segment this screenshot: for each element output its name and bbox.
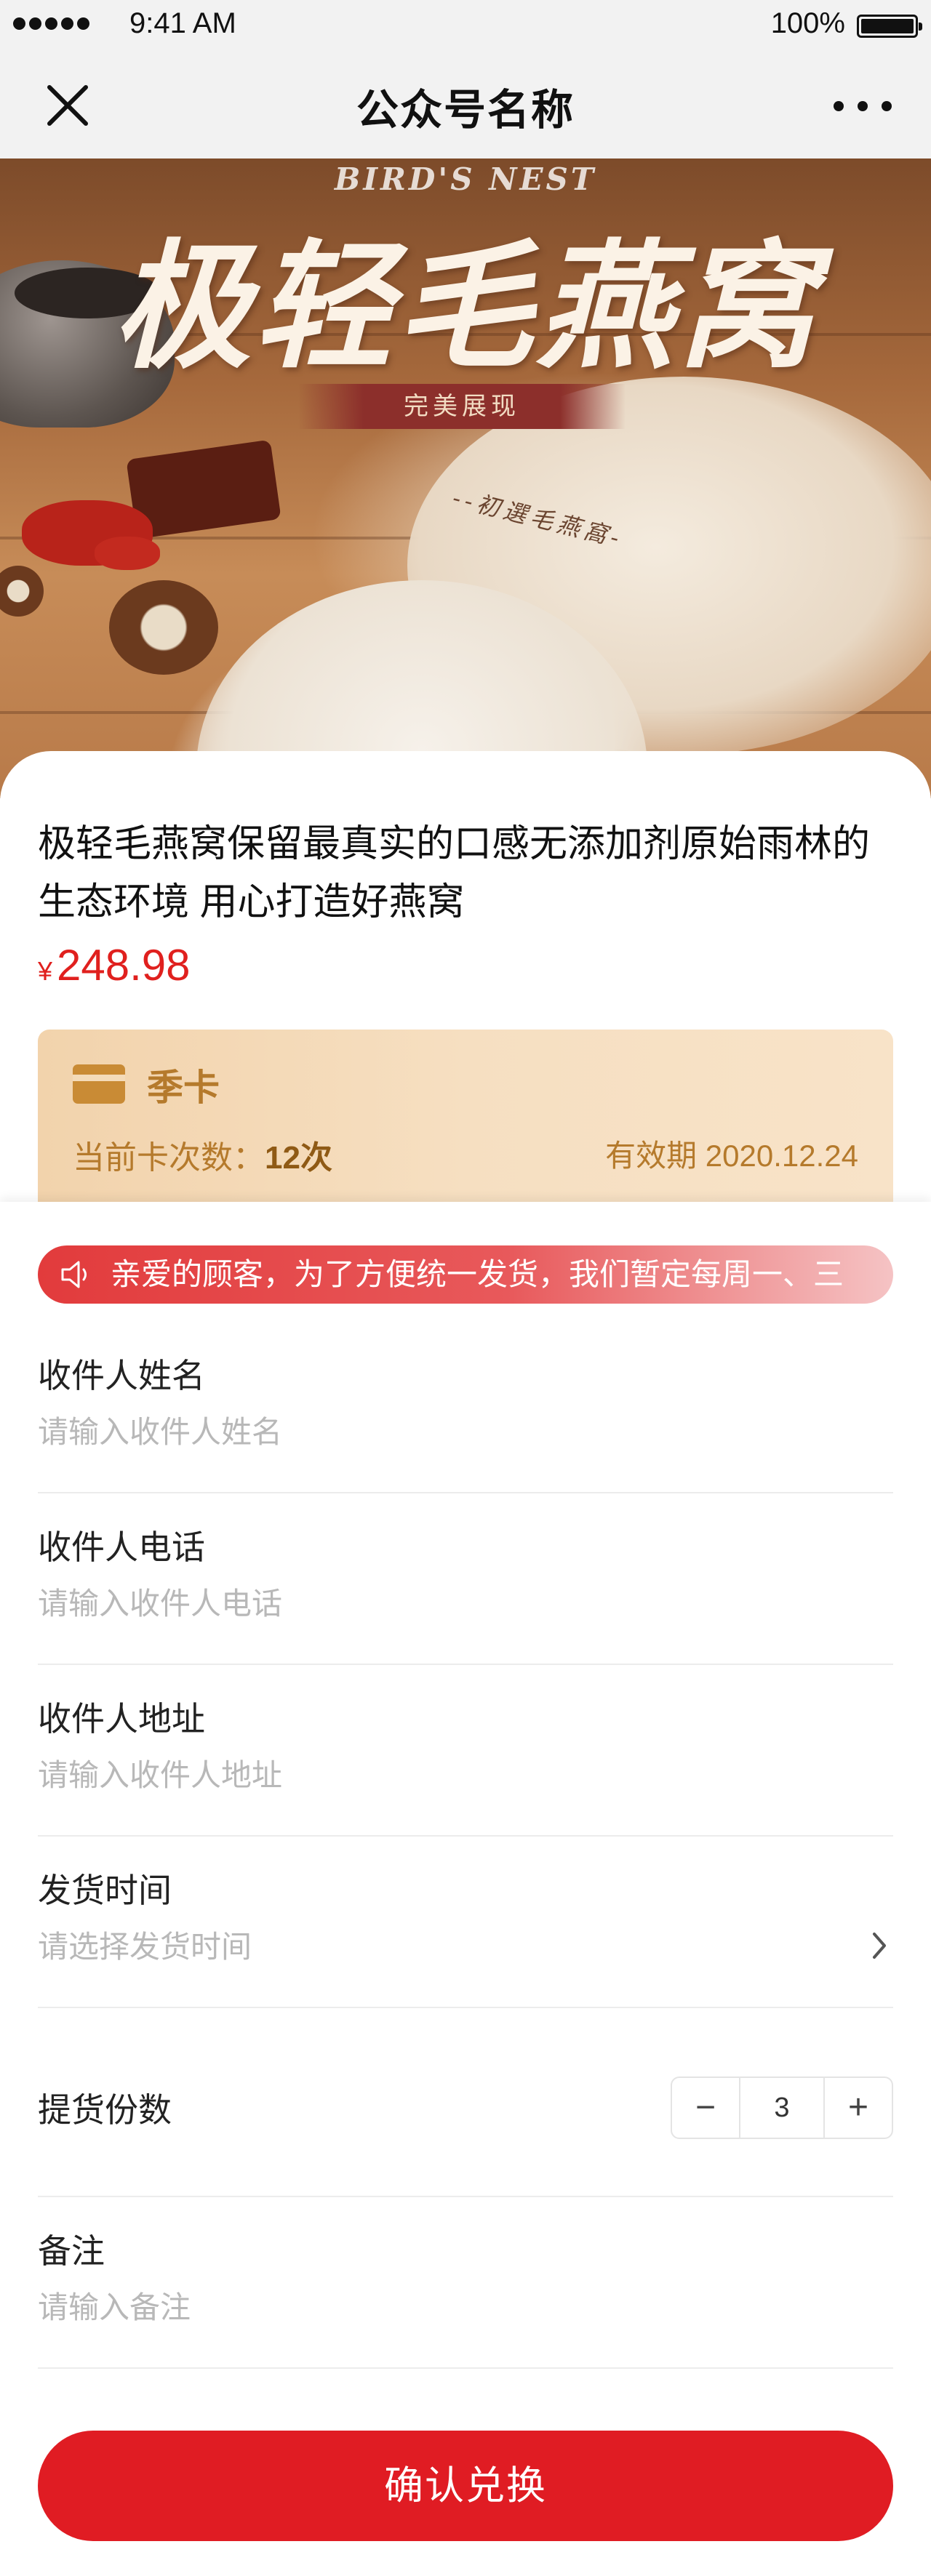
decrement-button[interactable]: −	[672, 2078, 739, 2138]
hero-banner: BIRD'S NEST 极轻毛燕窝 完美展现 --初選毛燕窩-	[0, 159, 931, 798]
ship-time-select[interactable]	[38, 1924, 838, 1970]
field-label: 收件人地址	[38, 1700, 205, 1738]
confirm-exchange-button[interactable]: 确认兑换	[38, 2431, 893, 2541]
card-count: 当前卡次数：12次	[73, 1131, 332, 1178]
price-value: 248.98	[57, 941, 191, 990]
recipient-address-field: 收件人地址	[38, 1665, 893, 1837]
hero-english-title: BIRD'S NEST	[334, 161, 597, 197]
battery-percentage: 100%	[770, 7, 845, 39]
battery-icon	[857, 15, 922, 38]
hero-title: 极轻毛燕窝	[112, 225, 818, 388]
recipient-address-input[interactable]	[38, 1752, 838, 1799]
more-icon[interactable]	[834, 92, 892, 121]
status-time: 9:41 AM	[129, 7, 236, 39]
recipient-phone-input[interactable]	[38, 1581, 838, 1627]
product-title: 极轻毛燕窝保留最真实的口感无添加剂原始雨林的生态环境 用心打造好燕窝	[38, 823, 871, 923]
quantity-stepper: − 3 +	[671, 2077, 893, 2139]
remark-input[interactable]	[38, 2284, 838, 2331]
membership-card: 季卡 当前卡次数：12次 有效期 2020.12.24	[38, 1030, 893, 1202]
field-label: 收件人姓名	[38, 1357, 205, 1395]
card-count-value: 12次	[265, 1140, 332, 1176]
quantity-value[interactable]: 3	[739, 2078, 825, 2138]
product-price: ¥248.98	[38, 940, 191, 990]
exchange-form: 亲爱的顾客，为了方便统一发货，我们暂定每周一、三 收件人姓名 收件人电话 收件人…	[0, 1202, 931, 2576]
field-label: 发货时间	[38, 1871, 172, 1909]
recipient-name-field: 收件人姓名	[38, 1322, 893, 1493]
card-count-label: 当前卡次数：	[73, 1140, 265, 1176]
card-expiry: 有效期 2020.12.24	[605, 1139, 858, 1173]
notice-banner: 亲爱的顾客，为了方便统一发货，我们暂定每周一、三	[38, 1245, 893, 1304]
field-label: 收件人电话	[38, 1528, 205, 1566]
increment-button[interactable]: +	[825, 2078, 892, 2138]
speaker-icon	[61, 1261, 87, 1288]
field-label: 备注	[38, 2232, 105, 2270]
page-title: 公众号名称	[356, 87, 575, 134]
quantity-field: 提货份数 − 3 +	[38, 2026, 893, 2197]
ship-time-field[interactable]: 发货时间	[38, 1837, 893, 2008]
chevron-right-icon	[873, 1933, 886, 1959]
product-panel: 极轻毛燕窝保留最真实的口感无添加剂原始雨林的生态环境 用心打造好燕窝 ¥248.…	[0, 751, 931, 1202]
hero-ribbon: 完美展现	[298, 384, 626, 429]
card-icon	[73, 1064, 125, 1104]
status-bar: 9:41 AM 100%	[0, 0, 931, 48]
signal-icon	[13, 17, 89, 30]
recipient-name-input[interactable]	[38, 1409, 838, 1456]
notice-text: 亲爱的顾客，为了方便统一发货，我们暂定每周一、三	[111, 1257, 844, 1291]
card-name: 季卡	[147, 1067, 220, 1108]
recipient-phone-field: 收件人电话	[38, 1493, 893, 1665]
remark-field: 备注	[38, 2197, 893, 2369]
nav-bar: 公众号名称	[0, 48, 931, 159]
currency-symbol: ¥	[38, 956, 53, 986]
quantity-label: 提货份数	[38, 2091, 172, 2129]
